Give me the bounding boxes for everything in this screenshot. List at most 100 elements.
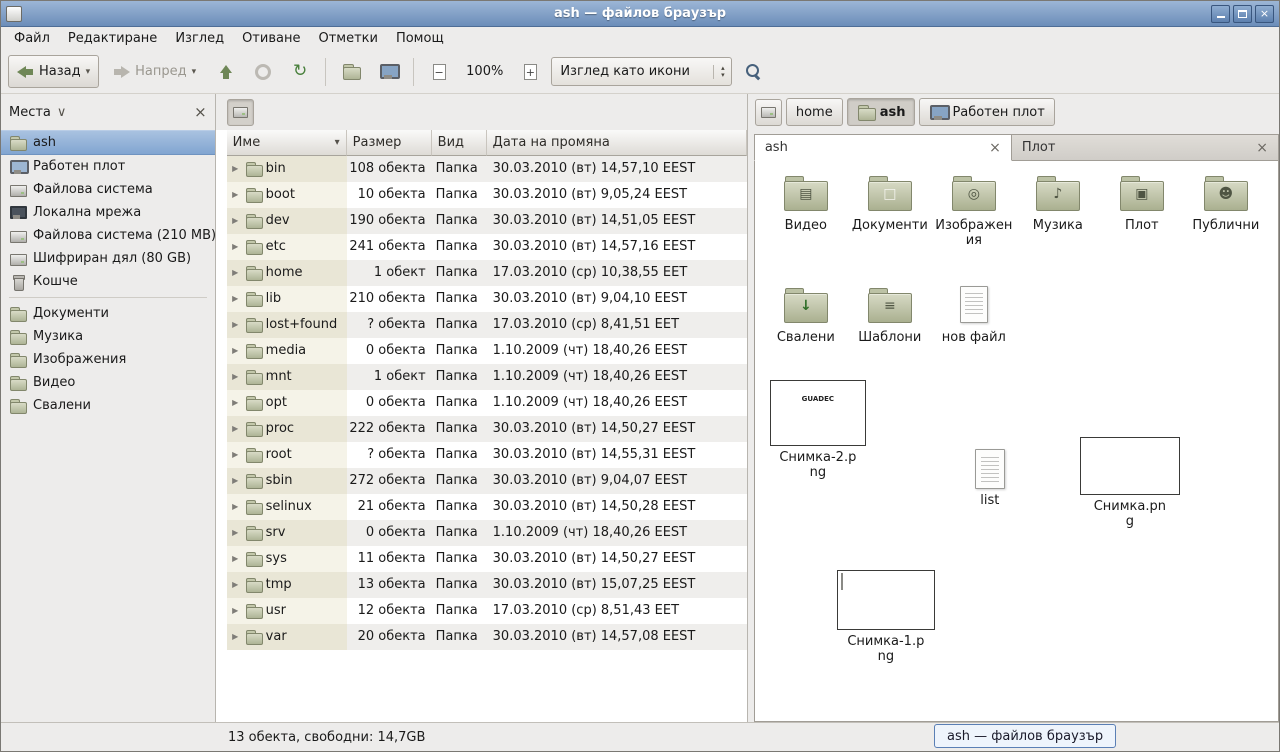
column-header-size[interactable]: Размер bbox=[347, 130, 432, 156]
file-item-list[interactable]: list bbox=[945, 449, 1035, 508]
file-row[interactable]: bin 108 обекта Папка 30.03.2010 (вт) 14,… bbox=[227, 156, 747, 182]
icon-view-item[interactable]: Изображения bbox=[935, 173, 1013, 248]
icon-view-content[interactable]: Видео Документи Изображения bbox=[754, 161, 1279, 722]
expander-icon[interactable] bbox=[229, 182, 242, 208]
tab-close-icon[interactable]: × bbox=[1256, 141, 1268, 155]
menu-item[interactable]: Отиване bbox=[233, 28, 309, 49]
icon-view-item[interactable]: нов файл bbox=[935, 285, 1013, 345]
expander-icon[interactable] bbox=[229, 468, 242, 494]
expander-icon[interactable] bbox=[229, 494, 242, 520]
file-row[interactable]: tmp 13 обекта Папка 30.03.2010 (вт) 15,0… bbox=[227, 572, 747, 598]
icon-view-item[interactable]: Публични bbox=[1187, 173, 1265, 248]
places-item[interactable]: Файлова система bbox=[1, 178, 215, 201]
menu-item[interactable]: Изглед bbox=[166, 28, 233, 49]
file-row[interactable]: root ? обекта Папка 30.03.2010 (вт) 14,5… bbox=[227, 442, 747, 468]
file-item-snimka[interactable]: GNOME Store Снимка.png bbox=[1074, 437, 1186, 529]
root-drive-button[interactable] bbox=[755, 99, 782, 126]
expander-icon[interactable] bbox=[229, 260, 242, 286]
zoom-out-button[interactable]: − bbox=[423, 55, 455, 88]
expander-icon[interactable] bbox=[229, 624, 242, 650]
file-row[interactable]: sys 11 обекта Папка 30.03.2010 (вт) 14,5… bbox=[227, 546, 747, 572]
expander-icon[interactable] bbox=[229, 208, 242, 234]
icon-view-item[interactable]: Документи bbox=[851, 173, 929, 248]
file-item-snimka2[interactable]: GUADEC Снимка-2.png bbox=[763, 380, 873, 480]
places-item[interactable]: Шифриран дял (80 GB) bbox=[1, 247, 215, 270]
chevron-down-icon[interactable]: ▾ bbox=[86, 67, 91, 77]
file-row[interactable]: opt 0 обекта Папка 1.10.2009 (чт) 18,40,… bbox=[227, 390, 747, 416]
file-row[interactable]: var 20 обекта Папка 30.03.2010 (вт) 14,5… bbox=[227, 624, 747, 650]
icon-view-item[interactable]: Видео bbox=[767, 173, 845, 248]
places-item[interactable]: Локална мрежа bbox=[1, 201, 215, 224]
icon-view-item[interactable]: Шаблони bbox=[851, 285, 929, 345]
expander-icon[interactable] bbox=[229, 416, 242, 442]
menu-item[interactable]: Редактиране bbox=[59, 28, 166, 49]
icon-view-item[interactable]: Музика bbox=[1019, 173, 1097, 248]
pathbar-crumb-home[interactable]: home bbox=[786, 98, 843, 126]
forward-button[interactable]: Напред ▾ bbox=[104, 55, 205, 88]
places-item[interactable]: Документи bbox=[1, 302, 215, 325]
zoom-in-button[interactable]: + bbox=[514, 55, 546, 88]
window-list-button[interactable]: ash — файлов браузър bbox=[934, 724, 1116, 748]
column-header-name[interactable]: Име ▾ bbox=[227, 130, 347, 156]
file-row[interactable]: home 1 обект Папка 17.03.2010 (ср) 10,38… bbox=[227, 260, 747, 286]
tab-close-icon[interactable]: × bbox=[989, 141, 1001, 155]
expander-icon[interactable] bbox=[229, 338, 242, 364]
expander-icon[interactable] bbox=[229, 312, 242, 338]
up-button[interactable] bbox=[210, 55, 242, 88]
expander-icon[interactable] bbox=[229, 598, 242, 624]
file-row[interactable]: selinux 21 обекта Папка 30.03.2010 (вт) … bbox=[227, 494, 747, 520]
places-item[interactable]: Музика bbox=[1, 325, 215, 348]
places-item[interactable]: Работен плот bbox=[1, 155, 215, 178]
file-row[interactable]: media 0 обекта Папка 1.10.2009 (чт) 18,4… bbox=[227, 338, 747, 364]
file-row[interactable]: etc 241 обекта Папка 30.03.2010 (вт) 14,… bbox=[227, 234, 747, 260]
search-button[interactable] bbox=[737, 55, 769, 88]
back-button[interactable]: Назад ▾ bbox=[8, 55, 99, 88]
places-item[interactable]: Свалени bbox=[1, 394, 215, 417]
expander-icon[interactable] bbox=[229, 156, 242, 182]
menu-item[interactable]: Файл bbox=[5, 28, 59, 49]
places-close-button[interactable]: × bbox=[194, 103, 207, 121]
places-item[interactable]: Кошче bbox=[1, 270, 215, 293]
expander-icon[interactable] bbox=[229, 572, 242, 598]
close-button[interactable]: × bbox=[1255, 5, 1274, 23]
expander-icon[interactable] bbox=[229, 546, 242, 572]
column-header-date[interactable]: Дата на промяна bbox=[487, 130, 747, 156]
places-item[interactable]: Файлова система (210 MB) bbox=[1, 224, 215, 247]
file-row[interactable]: srv 0 обекта Папка 1.10.2009 (чт) 18,40,… bbox=[227, 520, 747, 546]
file-row[interactable]: dev 190 обекта Папка 30.03.2010 (вт) 14,… bbox=[227, 208, 747, 234]
icon-view-item[interactable]: Плот bbox=[1103, 173, 1181, 248]
view-mode-dropdown[interactable]: Изглед като икони ▴▾ bbox=[551, 57, 732, 86]
expander-icon[interactable] bbox=[229, 442, 242, 468]
tab-ash[interactable]: ash × bbox=[754, 134, 1012, 161]
titlebar[interactable]: ash — файлов браузър × bbox=[1, 1, 1279, 27]
file-item-snimka1[interactable]: Снимка-1.png bbox=[830, 570, 942, 664]
root-drive-button[interactable] bbox=[227, 99, 254, 126]
file-row[interactable]: usr 12 обекта Папка 17.03.2010 (ср) 8,51… bbox=[227, 598, 747, 624]
file-row[interactable]: mnt 1 обект Папка 1.10.2009 (чт) 18,40,2… bbox=[227, 364, 747, 390]
places-dropdown-icon[interactable]: ∨ bbox=[57, 105, 67, 120]
home-button[interactable] bbox=[335, 55, 367, 88]
expander-icon[interactable] bbox=[229, 390, 242, 416]
places-item[interactable]: Видео bbox=[1, 371, 215, 394]
expander-icon[interactable] bbox=[229, 364, 242, 390]
places-item[interactable] bbox=[1, 293, 215, 302]
expander-icon[interactable] bbox=[229, 234, 242, 260]
places-item[interactable]: Изображения bbox=[1, 348, 215, 371]
places-item[interactable]: ash bbox=[1, 130, 215, 155]
reload-button[interactable]: ↻ bbox=[284, 55, 316, 88]
maximize-button[interactable] bbox=[1233, 5, 1252, 23]
file-row[interactable]: proc 222 обекта Папка 30.03.2010 (вт) 14… bbox=[227, 416, 747, 442]
expander-icon[interactable] bbox=[229, 286, 242, 312]
minimize-button[interactable] bbox=[1211, 5, 1230, 23]
menu-item[interactable]: Помощ bbox=[387, 28, 453, 49]
file-row[interactable]: lib 210 обекта Папка 30.03.2010 (вт) 9,0… bbox=[227, 286, 747, 312]
column-header-type[interactable]: Вид bbox=[432, 130, 487, 156]
pathbar-crumb-ash[interactable]: ash bbox=[847, 98, 916, 126]
menu-item[interactable]: Отметки bbox=[309, 28, 386, 49]
pathbar-crumb-desktop[interactable]: Работен плот bbox=[919, 98, 1054, 126]
tab-desktop[interactable]: Плот × bbox=[1012, 134, 1279, 161]
icon-view-item[interactable]: Свалени bbox=[767, 285, 845, 345]
computer-button[interactable] bbox=[372, 55, 404, 88]
stop-button[interactable] bbox=[247, 55, 279, 88]
file-row[interactable]: sbin 272 обекта Папка 30.03.2010 (вт) 9,… bbox=[227, 468, 747, 494]
